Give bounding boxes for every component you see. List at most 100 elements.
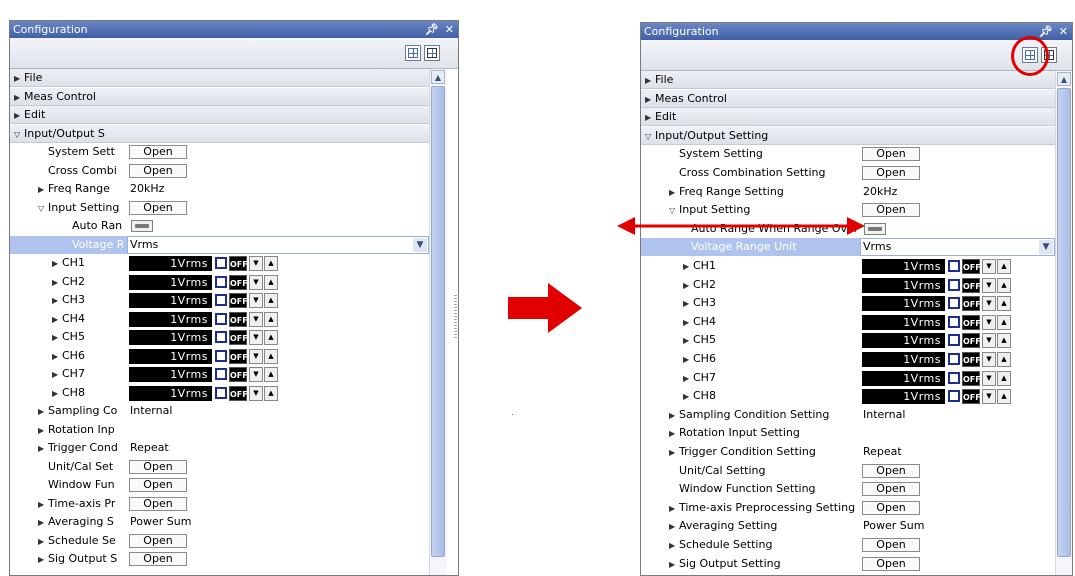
expand-icon[interactable]: ▶ — [669, 425, 679, 442]
property-row[interactable]: ▶ CH5 1Vrms OFF ▼ ▲ — [641, 331, 1055, 349]
property-row[interactable]: Voltage Range Unit Vrms ▼ — [641, 238, 1055, 257]
property-row[interactable]: Unit/Cal Set Open — [10, 458, 429, 476]
property-row[interactable]: ▶ CH1 1Vrms OFF ▼ ▲ — [10, 254, 429, 272]
expand-icon[interactable]: ▶ — [38, 422, 48, 439]
property-row[interactable]: ▶ Trigger Cond Repeat — [10, 439, 429, 457]
property-row[interactable]: ▶ CH7 1Vrms OFF ▼ ▲ — [641, 369, 1055, 387]
channel-off-indicator[interactable]: OFF — [962, 314, 981, 330]
range-down-icon[interactable]: ▼ — [982, 296, 996, 312]
expand-icon[interactable]: ▶ — [669, 407, 679, 424]
range-down-icon[interactable]: ▼ — [249, 293, 263, 308]
channel-off-indicator[interactable]: OFF — [962, 277, 981, 293]
channel-checkbox[interactable] — [215, 312, 227, 325]
channel-off-indicator[interactable]: OFF — [229, 348, 248, 364]
property-row[interactable]: ▶ Sampling Co Internal — [10, 402, 429, 420]
open-button[interactable]: Open — [129, 478, 187, 492]
channel-checkbox[interactable] — [948, 315, 960, 328]
channel-off-indicator[interactable]: OFF — [229, 274, 248, 290]
property-row[interactable]: ▶ Time-axis Preprocessing Setting Open — [641, 499, 1055, 517]
property-row[interactable]: ▶ Schedule Se Open — [10, 532, 429, 550]
channel-range-value[interactable]: 1Vrms — [129, 274, 212, 290]
expand-icon[interactable]: ▶ — [38, 533, 48, 550]
property-row[interactable]: Window Fun Open — [10, 476, 429, 494]
scrollbar[interactable]: ▲ — [1055, 71, 1072, 575]
property-row[interactable]: ▶ File — [10, 69, 429, 87]
close-icon[interactable]: ✕ — [445, 23, 454, 36]
property-row[interactable]: ▶ Edit — [641, 108, 1055, 127]
open-button[interactable]: Open — [129, 459, 187, 474]
expand-icon[interactable]: ▶ — [52, 366, 62, 383]
channel-off-indicator[interactable]: OFF — [229, 293, 248, 308]
property-row[interactable]: ▶ CH2 1Vrms OFF ▼ ▲ — [10, 273, 429, 291]
scroll-up-icon[interactable]: ▲ — [1057, 72, 1071, 86]
expand-icon[interactable]: ▶ — [683, 332, 693, 349]
expand-icon[interactable]: ▶ — [669, 184, 679, 201]
range-up-icon[interactable]: ▲ — [997, 352, 1011, 367]
channel-range-value[interactable]: 1Vrms — [129, 367, 212, 382]
channel-checkbox[interactable] — [215, 294, 227, 306]
property-row[interactable]: ▶ Rotation Inp — [10, 421, 429, 439]
expand-icon[interactable]: ▶ — [14, 89, 24, 106]
property-row[interactable]: ▶ CH8 1Vrms OFF ▼ ▲ — [10, 384, 429, 402]
auto-range-toggle[interactable] — [864, 222, 886, 235]
range-up-icon[interactable]: ▲ — [264, 274, 278, 290]
channel-range-value[interactable]: 1Vrms — [862, 277, 945, 293]
channel-off-indicator[interactable]: OFF — [962, 352, 981, 367]
expand-icon[interactable]: ▶ — [683, 314, 693, 331]
property-row[interactable]: ▶ Meas Control — [641, 89, 1055, 108]
collapse-icon[interactable]: ▽ — [14, 126, 24, 143]
channel-range-value[interactable]: 1Vrms — [862, 333, 945, 349]
channel-checkbox[interactable] — [215, 386, 227, 399]
range-up-icon[interactable]: ▲ — [264, 256, 278, 271]
close-icon[interactable]: ✕ — [1059, 25, 1068, 38]
channel-off-indicator[interactable]: OFF — [229, 385, 248, 401]
property-row[interactable]: ▶ CH1 1Vrms OFF ▼ ▲ — [641, 257, 1055, 275]
expand-icon[interactable]: ▶ — [683, 370, 693, 387]
property-row[interactable]: ▽ Input/Output Setting — [641, 126, 1055, 145]
range-down-icon[interactable]: ▼ — [982, 259, 996, 274]
range-up-icon[interactable]: ▲ — [997, 314, 1011, 330]
expand-icon[interactable]: ▶ — [38, 440, 48, 457]
range-down-icon[interactable]: ▼ — [249, 385, 263, 401]
property-row[interactable]: ▶ CH3 1Vrms OFF ▼ ▲ — [10, 291, 429, 309]
expand-icon[interactable]: ▶ — [683, 388, 693, 405]
scroll-thumb[interactable] — [1057, 88, 1071, 557]
range-up-icon[interactable]: ▲ — [264, 385, 278, 401]
channel-checkbox[interactable] — [948, 353, 960, 365]
range-up-icon[interactable]: ▲ — [997, 370, 1011, 386]
range-up-icon[interactable]: ▲ — [997, 333, 1011, 349]
channel-checkbox[interactable] — [948, 260, 960, 272]
expand-icon[interactable]: ▶ — [38, 181, 48, 198]
channel-off-indicator[interactable]: OFF — [229, 311, 248, 327]
channel-range-value[interactable]: 1Vrms — [129, 293, 212, 308]
property-row[interactable]: Cross Combination Setting Open — [641, 164, 1055, 182]
collapse-icon[interactable]: ▽ — [38, 200, 48, 217]
range-up-icon[interactable]: ▲ — [997, 277, 1011, 293]
collapse-icon[interactable]: ▽ — [645, 128, 655, 145]
property-row[interactable]: ▶ CH6 1Vrms OFF ▼ ▲ — [10, 347, 429, 365]
expand-icon[interactable]: ▶ — [38, 496, 48, 513]
tree-view-icon[interactable] — [424, 45, 440, 61]
expand-icon[interactable]: ▶ — [645, 72, 655, 89]
open-button[interactable]: Open — [129, 496, 187, 511]
channel-off-indicator[interactable]: OFF — [962, 259, 981, 274]
property-row[interactable]: Auto Ran — [10, 217, 429, 235]
channel-off-indicator[interactable]: OFF — [962, 333, 981, 349]
channel-checkbox[interactable] — [215, 331, 227, 343]
channel-checkbox[interactable] — [948, 334, 960, 347]
property-row[interactable]: ▶ CH7 1Vrms OFF ▼ ▲ — [10, 365, 429, 383]
channel-off-indicator[interactable]: OFF — [962, 370, 981, 386]
channel-checkbox[interactable] — [948, 371, 960, 384]
property-row[interactable]: ▽ Input Setting Open — [10, 199, 429, 217]
pin-icon[interactable]: 📌︎ — [1039, 25, 1053, 38]
range-down-icon[interactable]: ▼ — [249, 256, 263, 271]
property-row[interactable]: ▶ Meas Control — [10, 87, 429, 106]
range-up-icon[interactable]: ▲ — [997, 296, 1011, 312]
expand-icon[interactable]: ▶ — [669, 537, 679, 554]
channel-range-value[interactable]: 1Vrms — [862, 296, 945, 312]
range-up-icon[interactable]: ▲ — [264, 293, 278, 308]
channel-checkbox[interactable] — [948, 278, 960, 291]
channel-checkbox[interactable] — [215, 275, 227, 288]
open-button[interactable]: Open — [862, 203, 920, 218]
range-down-icon[interactable]: ▼ — [982, 352, 996, 367]
